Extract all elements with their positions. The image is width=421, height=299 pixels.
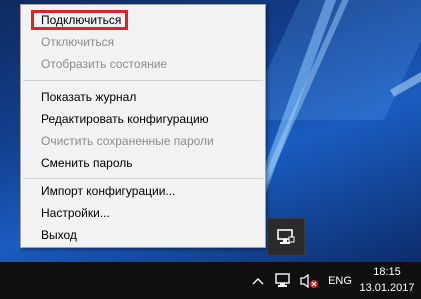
menu-separator: [23, 178, 263, 179]
clock-time: 18:15: [373, 266, 401, 278]
menu-separator: [23, 80, 263, 81]
menu-item-label: Отобразить состояние: [41, 57, 168, 71]
menu-item-show-log[interactable]: Показать журнал: [21, 86, 265, 108]
highlight-box: [31, 10, 128, 30]
taskbar: ENG 18:15 13.01.2017: [0, 262, 421, 299]
menu-item-disconnect[interactable]: Отключиться: [21, 31, 265, 53]
tray-overflow-popup: [267, 218, 305, 256]
menu-item-label: Отключиться: [41, 35, 115, 49]
menu-item-exit[interactable]: Выход: [21, 224, 265, 246]
menu-item-show-status[interactable]: Отобразить состояние: [21, 53, 265, 75]
clock-date: 13.01.2017: [359, 282, 415, 294]
menu-item-import-config[interactable]: Импорт конфигурации...: [21, 180, 265, 202]
network-icon[interactable]: [274, 262, 294, 299]
menu-item-label: Сменить пароль: [41, 156, 133, 170]
menu-item-connect[interactable]: Подключиться: [21, 9, 265, 31]
menu-item-label: Редактировать конфигурацию: [41, 112, 209, 126]
menu-item-label: Показать журнал: [41, 90, 137, 104]
menu-item-label: Выход: [41, 228, 77, 242]
language-indicator[interactable]: ENG: [326, 262, 354, 299]
menu-item-edit-config[interactable]: Редактировать конфигурацию: [21, 108, 265, 130]
menu-item-settings[interactable]: Настройки...: [21, 202, 265, 224]
openvpn-monitor-icon[interactable]: [277, 228, 295, 246]
menu-item-label: Очистить сохраненные пароли: [41, 134, 214, 148]
menu-item-label: Импорт конфигурации...: [41, 184, 176, 198]
menu-item-label: Настройки...: [41, 206, 110, 220]
chevron-up-icon[interactable]: [250, 262, 266, 299]
volume-muted-icon[interactable]: [298, 262, 320, 299]
menu-item-clear-passwords[interactable]: Очистить сохраненные пароли: [21, 130, 265, 152]
tray-context-menu: Подключиться Отключиться Отобразить сост…: [20, 4, 266, 248]
menu-item-change-password[interactable]: Сменить пароль: [21, 152, 265, 174]
wallpaper-light-beam: [244, 0, 421, 120]
clock[interactable]: 18:15 13.01.2017: [356, 264, 418, 297]
